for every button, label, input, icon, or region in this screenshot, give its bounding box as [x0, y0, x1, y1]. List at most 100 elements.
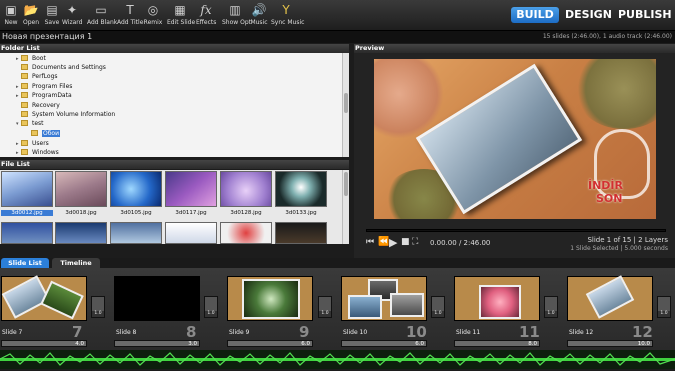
show-options-button[interactable]: ▥ Show Opt [222, 2, 251, 26]
tab-timeline[interactable]: Timeline [52, 258, 100, 268]
slide-number: 10 [406, 323, 427, 341]
waveform-graphic [0, 352, 675, 366]
file-thumbnail[interactable] [110, 222, 162, 244]
scrollbar-thumb[interactable] [344, 172, 348, 196]
publish-mode-button[interactable]: PUBLISH [618, 7, 672, 23]
file-thumbnail[interactable] [165, 222, 217, 244]
folder-icon [21, 73, 28, 79]
step-back-icon[interactable]: ⏪ [378, 237, 389, 247]
file-name: 3d0018.jpg [65, 210, 97, 216]
folder-item[interactable]: ▸ Program Files [16, 82, 72, 91]
slide-duration[interactable]: 4.0 [1, 340, 87, 347]
file-thumbnail[interactable] [165, 171, 217, 207]
music-button[interactable]: 🔊 Music [250, 2, 268, 26]
main-toolbar: ▣ New 📂 Open ▤ Save ✦ Wizard ▭ Add Blank T Add… [0, 0, 675, 31]
remix-button[interactable]: ◎ Remix [143, 2, 163, 26]
slide-thumbnail[interactable] [114, 276, 200, 321]
file-thumbnail[interactable] [275, 222, 327, 244]
file-thumbnail[interactable] [1, 171, 53, 207]
slide-layer [585, 275, 635, 319]
stop-icon[interactable]: ■ [401, 237, 410, 247]
file-thumbnail[interactable] [110, 171, 162, 207]
folder-icon [21, 64, 28, 70]
show-options-icon: ▥ [229, 3, 241, 17]
file-thumbnail[interactable] [275, 171, 327, 207]
folder-icon [21, 111, 28, 117]
tab-slide-list[interactable]: Slide List [1, 258, 49, 268]
build-mode-button[interactable]: BUILD [511, 7, 559, 23]
open-button[interactable]: 📂 Open [23, 2, 39, 26]
file-grid[interactable]: 3d0012.jpg 3d0018.jpg 3d0105.jpg 3d0117.… [0, 170, 349, 244]
file-thumbnail[interactable] [220, 222, 272, 244]
open-icon: 📂 [23, 3, 39, 17]
skip-back-icon[interactable]: ⏮ [366, 237, 374, 247]
slide-duration[interactable]: 8.0 [454, 340, 540, 347]
folder-icon [31, 130, 38, 136]
add-title-button[interactable]: T Add Title [117, 2, 143, 26]
slide-thumbnail[interactable] [227, 276, 313, 321]
file-thumbnail[interactable] [1, 222, 53, 244]
transition-slot[interactable]: 1.0 [544, 296, 558, 318]
folder-item[interactable]: Documents and Settings [16, 63, 106, 72]
slide-thumbnail[interactable] [1, 275, 87, 321]
transition-slot[interactable]: 1.0 [204, 296, 218, 318]
effects-button[interactable]: fx Effects [196, 2, 216, 26]
folder-item[interactable]: ▸ Users [16, 139, 49, 148]
folder-item[interactable]: ▸ Windows [16, 148, 59, 157]
effects-icon: fx [200, 3, 212, 17]
watermark-text: İNDİR [588, 179, 623, 192]
slide-list[interactable]: Slide 7 7 4.0 1.0 Slide 8 8 3.0 1.0 Slid… [0, 268, 675, 350]
folder-icon [21, 149, 28, 155]
add-blank-button[interactable]: ▭ Add Blank [87, 2, 117, 26]
folder-tree[interactable]: ▸ Boot Documents and Settings PerfLogs ▸ P… [0, 53, 349, 157]
new-icon: ▣ [5, 3, 17, 17]
slide-duration[interactable]: 6.0 [227, 340, 313, 347]
folder-item-selected[interactable]: Обои [26, 129, 60, 138]
slide-duration[interactable]: 10.0 [567, 340, 653, 347]
transition-slot[interactable]: 1.0 [431, 296, 445, 318]
file-name: 3d0133.jpg [285, 210, 317, 216]
audio-waveform[interactable] [0, 350, 675, 369]
bottom-tabs: Slide List Timeline [0, 258, 675, 268]
file-list-header: File List [0, 160, 349, 169]
scrollbar-thumb[interactable] [344, 93, 348, 113]
slide-layer [348, 295, 382, 319]
folder-item[interactable]: System Volume Information [16, 110, 115, 119]
transition-slot[interactable]: 1.0 [91, 296, 105, 318]
slide-name: Slide 7 [2, 329, 23, 336]
edit-slide-button[interactable]: ▦ Edit Slide [167, 2, 195, 26]
play-icon[interactable]: ▶ [389, 236, 397, 249]
transition-slot[interactable]: 1.0 [657, 296, 671, 318]
folder-list-header: Folder List [0, 44, 349, 53]
file-thumbnail[interactable] [55, 222, 107, 244]
preview-canvas[interactable]: İNDİR SON [374, 59, 656, 219]
file-thumbnail[interactable] [55, 171, 107, 207]
music-icon: 🔊 [251, 3, 267, 17]
preview-seek-bar[interactable] [366, 229, 666, 232]
file-name: 3d0128.jpg [230, 210, 262, 216]
transition-slot[interactable]: 1.0 [318, 296, 332, 318]
wizard-button[interactable]: ✦ Wizard [62, 2, 82, 26]
save-button[interactable]: ▤ Save [44, 2, 60, 26]
file-list-scrollbar[interactable] [342, 170, 349, 244]
design-mode-button[interactable]: DESIGN [565, 7, 612, 23]
folder-item[interactable]: ▸ ProgramData [16, 91, 72, 100]
folder-scrollbar[interactable] [342, 53, 349, 157]
folder-item[interactable]: PerfLogs [16, 72, 58, 81]
slide-thumbnail[interactable] [567, 275, 653, 321]
file-thumbnail[interactable] [220, 171, 272, 207]
floral-decoration [574, 59, 656, 129]
slide-duration[interactable]: 3.0 [114, 340, 200, 347]
sync-music-button[interactable]: Y Sync Music [271, 2, 304, 26]
fullscreen-icon[interactable]: ⛶ [412, 237, 418, 247]
folder-item[interactable]: Recovery [16, 101, 60, 110]
folder-item[interactable]: ▸ Boot [16, 54, 46, 63]
slide-duration[interactable]: 6.0 [341, 340, 427, 347]
add-blank-icon: ▭ [95, 3, 107, 17]
slide-layer [390, 293, 424, 317]
slide-info: Slide 1 of 15 | 2 Layers [587, 236, 668, 244]
folder-item[interactable]: ▾ test [16, 119, 44, 128]
new-button[interactable]: ▣ New [3, 2, 19, 26]
slide-thumbnail[interactable] [454, 276, 540, 321]
slide-thumbnail[interactable] [341, 276, 427, 321]
